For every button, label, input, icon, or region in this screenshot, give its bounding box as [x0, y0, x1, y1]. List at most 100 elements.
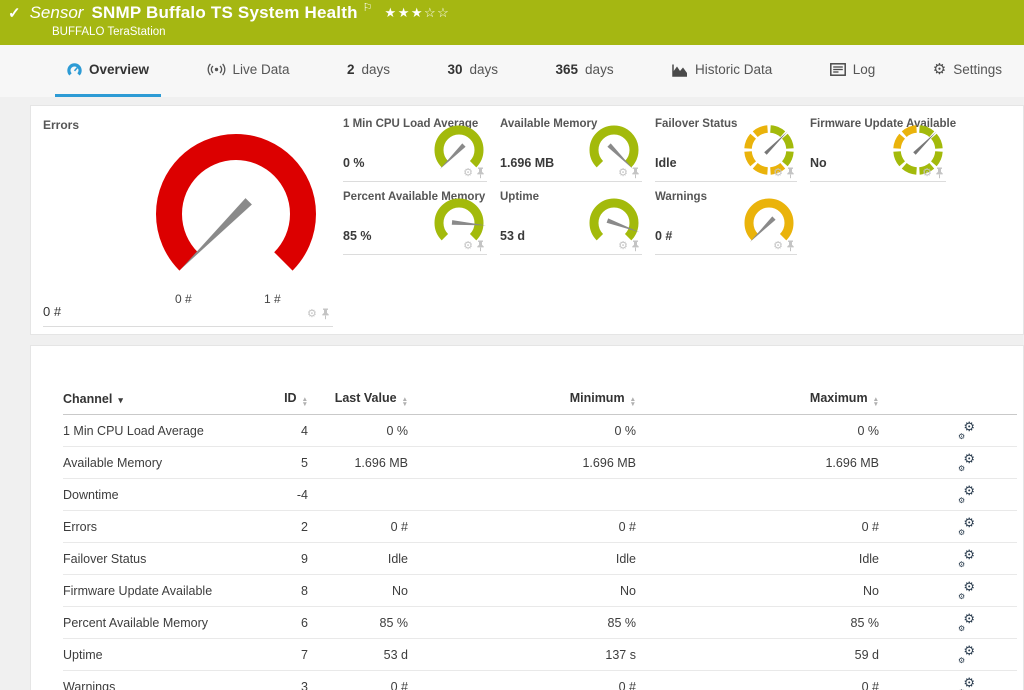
- column-header-minimum[interactable]: Minimum▲▼: [408, 391, 636, 407]
- actions-cell: ⚙⚙: [879, 423, 1017, 438]
- broadcast-icon: [207, 63, 226, 76]
- tab-label: Settings: [953, 62, 1002, 77]
- maximum-cell: 59 d: [636, 648, 879, 662]
- gear-icon[interactable]: ⚙: [307, 309, 317, 319]
- gear-icon[interactable]: ⚙: [773, 241, 783, 251]
- tab-2-days[interactable]: 2 days: [335, 45, 402, 97]
- device-name[interactable]: BUFFALO TeraStation: [52, 26, 166, 38]
- last-value-cell: 85 %: [308, 616, 408, 630]
- gauge-tile-firmware-update-available: Firmware Update AvailableNo⚙: [808, 114, 950, 184]
- table-row-errors[interactable]: Errors20 #0 #0 #⚙⚙: [63, 511, 1017, 543]
- channel-settings-icon[interactable]: ⚙⚙: [958, 423, 975, 438]
- maximum-cell: 0 #: [636, 680, 879, 690]
- maximum-cell: No: [636, 584, 879, 598]
- check-icon: ✓: [8, 4, 21, 22]
- divider: [655, 254, 797, 255]
- gear-icon[interactable]: ⚙: [773, 168, 783, 178]
- actions-cell: ⚙⚙: [879, 647, 1017, 662]
- gauge-tile-1-min-cpu-load-average: 1 Min CPU Load Average0 %⚙: [341, 114, 491, 184]
- maximum-cell: 0 #: [636, 520, 879, 534]
- gear-icon[interactable]: ⚙: [463, 241, 473, 251]
- channel-id-cell: 2: [253, 520, 308, 534]
- gear-icon[interactable]: ⚙: [618, 168, 628, 178]
- tab-number: 30: [448, 62, 463, 77]
- divider: [500, 181, 642, 182]
- tab-365-days[interactable]: 365days: [544, 45, 626, 97]
- gauge-tile-value: No: [810, 156, 827, 170]
- column-header-id[interactable]: ID▲▼: [253, 391, 308, 407]
- gear-icon[interactable]: ⚙: [463, 168, 473, 178]
- table-row-downtime[interactable]: Downtime-4⚙⚙: [63, 479, 1017, 511]
- channel-name-cell: Uptime: [63, 648, 253, 662]
- channel-settings-icon[interactable]: ⚙⚙: [958, 647, 975, 662]
- pin-icon[interactable]: [321, 308, 330, 320]
- channel-name-cell: Errors: [63, 520, 253, 534]
- pin-icon[interactable]: [786, 240, 795, 252]
- column-header-label: Minimum: [570, 391, 625, 405]
- channel-settings-icon[interactable]: ⚙⚙: [958, 615, 975, 630]
- column-header-maximum[interactable]: Maximum▲▼: [636, 391, 879, 407]
- pin-icon[interactable]: [935, 167, 944, 179]
- table-row-available-memory[interactable]: Available Memory51.696 MB1.696 MB1.696 M…: [63, 447, 1017, 479]
- gauge-tile-value: 0 #: [655, 229, 672, 243]
- divider: [500, 254, 642, 255]
- channel-settings-icon[interactable]: ⚙⚙: [958, 551, 975, 566]
- channel-settings-icon[interactable]: ⚙⚙: [958, 487, 975, 502]
- tile-action-icons: ⚙: [922, 167, 944, 179]
- flag-icon[interactable]: ⚐: [363, 1, 373, 14]
- gear-icon[interactable]: ⚙: [922, 168, 932, 178]
- gauge-tile-value: 1.696 MB: [500, 156, 554, 170]
- tab-label: days: [585, 62, 614, 77]
- tab-log[interactable]: Log: [818, 45, 888, 97]
- tab-settings[interactable]: ⚙Settings: [921, 45, 1014, 97]
- channel-name-cell: Failover Status: [63, 552, 253, 566]
- table-row-uptime[interactable]: Uptime753 d137 s59 d ⚙⚙: [63, 639, 1017, 671]
- column-header-channel[interactable]: Channel▾: [63, 392, 253, 406]
- gauge-tile-warnings: Warnings0 #⚙: [653, 187, 801, 257]
- tab-live-data[interactable]: Live Data: [195, 45, 302, 97]
- channel-id-cell: 9: [253, 552, 308, 566]
- channel-settings-icon[interactable]: ⚙⚙: [958, 583, 975, 598]
- last-value-cell: Idle: [308, 552, 408, 566]
- actions-cell: ⚙⚙: [879, 551, 1017, 566]
- channel-settings-icon[interactable]: ⚙⚙: [958, 455, 975, 470]
- channel-id-cell: 7: [253, 648, 308, 662]
- channel-settings-icon[interactable]: ⚙⚙: [958, 679, 975, 690]
- actions-cell: ⚙⚙: [879, 455, 1017, 470]
- tile-action-icons: ⚙: [773, 240, 795, 252]
- column-header-last-value[interactable]: Last Value▲▼: [308, 391, 408, 407]
- table-row-firmware-update-available[interactable]: Firmware Update Available8NoNoNo⚙⚙: [63, 575, 1017, 607]
- table-row-warnings[interactable]: Warnings30 #0 #0 #⚙⚙: [63, 671, 1017, 690]
- gauge-tile-percent-available-memory: Percent Available Memory85 %⚙: [341, 187, 491, 257]
- gauge-icon: [67, 63, 82, 77]
- minimum-cell: Idle: [408, 552, 636, 566]
- tab-historic-data[interactable]: Historic Data: [659, 45, 784, 97]
- channel-id-cell: 5: [253, 456, 308, 470]
- pin-icon[interactable]: [786, 167, 795, 179]
- tab-label: Live Data: [233, 62, 290, 77]
- object-kind-label: Sensor: [30, 3, 84, 23]
- tab-overview[interactable]: Overview: [55, 45, 161, 97]
- tab-number: 2: [347, 62, 355, 77]
- channel-name-cell: Warnings: [63, 680, 253, 690]
- tab-label: days: [362, 62, 391, 77]
- minimum-cell: 0 #: [408, 680, 636, 690]
- last-value-cell: 53 d: [308, 648, 408, 662]
- minimum-cell: 137 s: [408, 648, 636, 662]
- pin-icon[interactable]: [476, 240, 485, 252]
- tile-action-icons: ⚙: [773, 167, 795, 179]
- table-row-percent-available-memory[interactable]: Percent Available Memory685 %85 %85 %⚙⚙: [63, 607, 1017, 639]
- tab-label: Log: [853, 62, 876, 77]
- gear-icon[interactable]: ⚙: [618, 241, 628, 251]
- channel-id-cell: -4: [253, 488, 308, 502]
- pin-icon[interactable]: [631, 167, 640, 179]
- table-row-failover-status[interactable]: Failover Status9IdleIdleIdle⚙⚙: [63, 543, 1017, 575]
- priority-star-rating[interactable]: ★★★☆☆: [385, 5, 451, 21]
- channel-settings-icon[interactable]: ⚙⚙: [958, 519, 975, 534]
- actions-cell: ⚙⚙: [879, 583, 1017, 598]
- pin-icon[interactable]: [631, 240, 640, 252]
- column-header-label: Maximum: [810, 391, 868, 405]
- table-row-1-min-cpu-load-average[interactable]: 1 Min CPU Load Average40 %0 %0 %⚙⚙: [63, 415, 1017, 447]
- tab-30-days[interactable]: 30days: [436, 45, 511, 97]
- pin-icon[interactable]: [476, 167, 485, 179]
